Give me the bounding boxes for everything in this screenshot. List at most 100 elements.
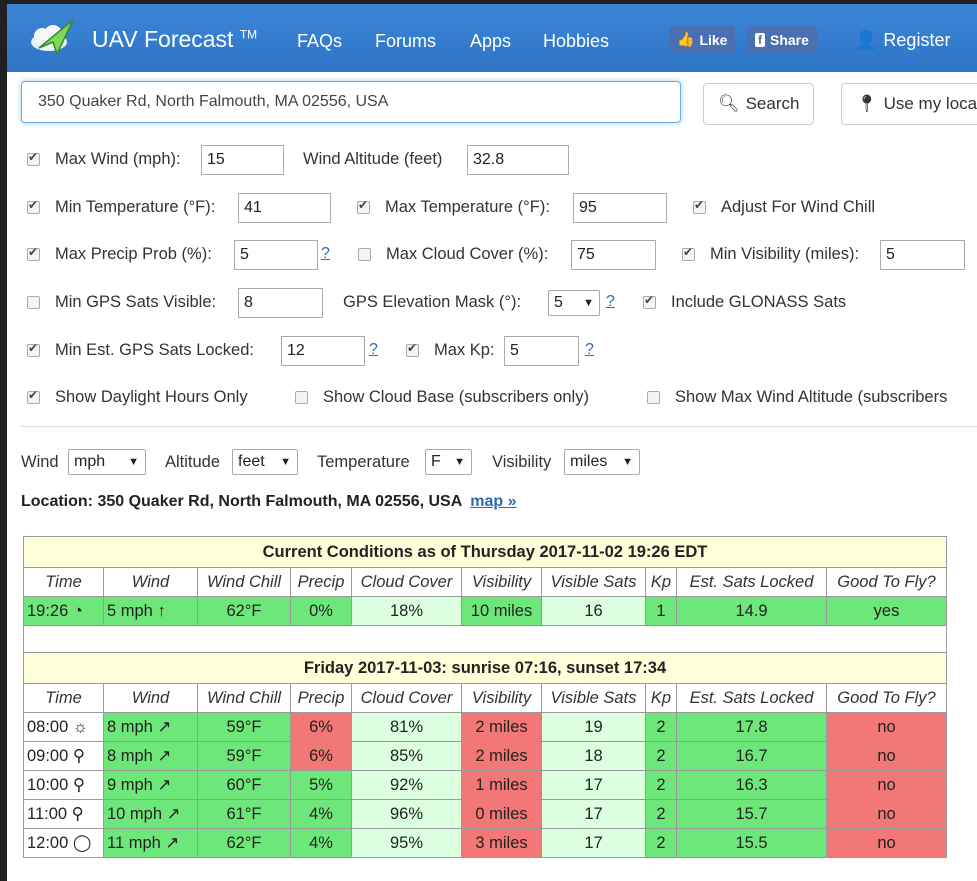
max-temp-option[interactable]: Max Temperature (°F): xyxy=(357,198,550,217)
glonass-option[interactable]: Include GLONASS Sats xyxy=(643,293,846,312)
good-to-fly-cell: no xyxy=(826,741,947,771)
min-visibility-checkbox[interactable] xyxy=(682,245,695,261)
max-kp-checkbox[interactable] xyxy=(406,341,419,357)
min-locked-option[interactable]: Min Est. GPS Sats Locked: xyxy=(27,341,254,360)
glonass-checkbox[interactable] xyxy=(643,293,656,309)
daylight-option[interactable]: Show Daylight Hours Only xyxy=(27,388,248,407)
column-header: Visible Sats xyxy=(541,683,646,713)
max-wind-input[interactable]: 15 xyxy=(201,145,284,175)
locked-help-link[interactable]: ? xyxy=(369,341,378,359)
max-temp-input[interactable]: 95 xyxy=(573,193,667,223)
column-header: Good To Fly? xyxy=(826,683,947,713)
temperature-unit-select[interactable]: F ▼ xyxy=(425,449,472,475)
cloud-cover-cell: 85% xyxy=(351,741,462,771)
nav-link-apps[interactable]: Apps xyxy=(470,31,511,52)
address-input[interactable]: 350 Quaker Rd, North Falmouth, MA 02556,… xyxy=(21,81,681,123)
min-locked-checkbox[interactable] xyxy=(27,341,40,357)
max-precip-checkbox[interactable] xyxy=(27,245,40,261)
altitude-unit-value: feet xyxy=(238,453,265,470)
wind-chill-checkbox[interactable] xyxy=(693,198,706,214)
like-label: Like xyxy=(699,31,728,48)
min-locked-input[interactable]: 12 xyxy=(281,336,365,366)
map-link[interactable]: map » xyxy=(470,493,516,510)
max-kp-input[interactable]: 5 xyxy=(504,336,579,366)
max-wind-altitude-checkbox[interactable] xyxy=(647,391,660,404)
time-cell: 09:00 ⚲ xyxy=(23,741,104,771)
max-wind-altitude-option[interactable]: Show Max Wind Altitude (subscribers xyxy=(647,388,947,407)
kp-cell: 2 xyxy=(645,799,677,829)
register-link[interactable]: 👤 Register xyxy=(855,30,950,51)
table-row: 10:00 ⚲ 9 mph ↗ 60°F 5% 92% 1 miles 17 2 16.3 no xyxy=(23,770,947,800)
gps-mask-label: GPS Elevation Mask (°): xyxy=(343,293,522,311)
column-header: Visibility xyxy=(461,567,542,597)
precip-help-link[interactable]: ? xyxy=(321,245,330,263)
sats-locked-cell: 14.9 xyxy=(676,596,827,626)
cloud-base-checkbox[interactable] xyxy=(295,391,308,404)
nav-link-forums[interactable]: Forums xyxy=(375,31,436,52)
min-temp-input[interactable]: 41 xyxy=(238,193,331,223)
visible-sats-cell: 16 xyxy=(541,596,646,626)
dropdown-arrow-icon: ▼ xyxy=(128,456,139,468)
column-header: Visible Sats xyxy=(541,567,646,597)
visible-sats-cell: 17 xyxy=(541,799,646,829)
column-header: Est. Sats Locked xyxy=(676,567,827,597)
search-button[interactable]: 🔍︎ Search xyxy=(703,83,815,125)
min-visibility-option[interactable]: Min Visibility (miles): xyxy=(682,245,859,264)
wind-unit-select[interactable]: mph ▼ xyxy=(68,449,146,475)
nav-link-faqs[interactable]: FAQs xyxy=(297,31,342,52)
wind-cell: 10 mph ↗ xyxy=(103,799,198,829)
max-temp-label: Max Temperature (°F): xyxy=(385,198,550,216)
register-label: Register xyxy=(883,30,951,50)
gps-mask-value: 5 xyxy=(554,294,563,311)
min-gps-checkbox[interactable] xyxy=(27,296,40,309)
max-precip-input[interactable]: 5 xyxy=(234,240,318,270)
navbar: UAV Forecast TM FAQs Forums Apps Hobbies… xyxy=(7,4,977,72)
max-cloud-input[interactable]: 75 xyxy=(571,240,656,270)
brand-title[interactable]: UAV Forecast TM xyxy=(92,26,257,53)
facebook-like-button[interactable]: 👍 Like xyxy=(669,26,736,53)
max-temp-checkbox[interactable] xyxy=(357,198,370,214)
gps-mask-select[interactable]: 5 ▼ xyxy=(548,290,600,316)
max-cloud-option[interactable]: Max Cloud Cover (%): xyxy=(358,245,548,264)
visibility-cell: 10 miles xyxy=(461,596,542,626)
max-cloud-checkbox[interactable] xyxy=(358,248,371,261)
min-visibility-input[interactable]: 5 xyxy=(880,240,965,270)
cloud-base-option[interactable]: Show Cloud Base (subscribers only) xyxy=(295,388,589,407)
time-cell: 19:26 ◔ xyxy=(23,596,104,626)
daylight-checkbox[interactable] xyxy=(27,388,40,404)
sats-locked-cell: 16.7 xyxy=(676,741,827,771)
sats-locked-cell: 17.8 xyxy=(676,712,827,742)
use-my-location-button[interactable]: 📍︎ Use my loca xyxy=(841,83,977,125)
facebook-share-button[interactable]: f Share xyxy=(747,26,817,53)
table-header-row: Time Wind Wind Chill Precip Cloud Cover Visib… xyxy=(23,683,947,713)
max-wind-altitude-label: Show Max Wind Altitude (subscribers xyxy=(675,388,948,406)
wind-chill-cell: 60°F xyxy=(197,770,291,800)
max-wind-checkbox[interactable] xyxy=(27,150,40,166)
min-temp-checkbox[interactable] xyxy=(27,198,40,214)
min-gps-label: Min GPS Sats Visible: xyxy=(55,293,217,311)
good-to-fly-cell: no xyxy=(826,828,947,858)
max-wind-option[interactable]: Max Wind (mph): xyxy=(27,150,181,169)
wind-chill-label: Adjust For Wind Chill xyxy=(721,198,876,216)
min-gps-input[interactable]: 8 xyxy=(238,288,323,318)
kp-help-link[interactable]: ? xyxy=(585,341,594,359)
table-row: 12:00 ◯ 11 mph ↗ 62°F 4% 95% 3 miles 17 2 15.5 no xyxy=(23,828,947,858)
gps-mask-help-link[interactable]: ? xyxy=(606,293,615,311)
wind-altitude-input[interactable]: 32.8 xyxy=(467,145,569,175)
min-gps-option[interactable]: Min GPS Sats Visible: xyxy=(27,293,216,312)
max-precip-option[interactable]: Max Precip Prob (%): xyxy=(27,245,212,264)
daylight-label: Show Daylight Hours Only xyxy=(55,388,248,406)
drone-logo-icon[interactable] xyxy=(27,14,77,60)
max-precip-label: Max Precip Prob (%): xyxy=(55,245,212,263)
visibility-unit-select[interactable]: miles ▼ xyxy=(564,449,640,475)
column-header: Time xyxy=(23,567,104,597)
time-cell: 08:00 ☼ xyxy=(23,712,104,742)
min-temp-option[interactable]: Min Temperature (°F): xyxy=(27,198,215,217)
wind-chill-option[interactable]: Adjust For Wind Chill xyxy=(693,198,875,217)
good-to-fly-cell: no xyxy=(826,799,947,829)
wind-chill-cell: 59°F xyxy=(197,712,291,742)
max-kp-option[interactable]: Max Kp: xyxy=(406,341,495,360)
column-header: Wind xyxy=(103,567,198,597)
altitude-unit-select[interactable]: feet ▼ xyxy=(232,449,298,475)
nav-link-hobbies[interactable]: Hobbies xyxy=(543,31,609,52)
